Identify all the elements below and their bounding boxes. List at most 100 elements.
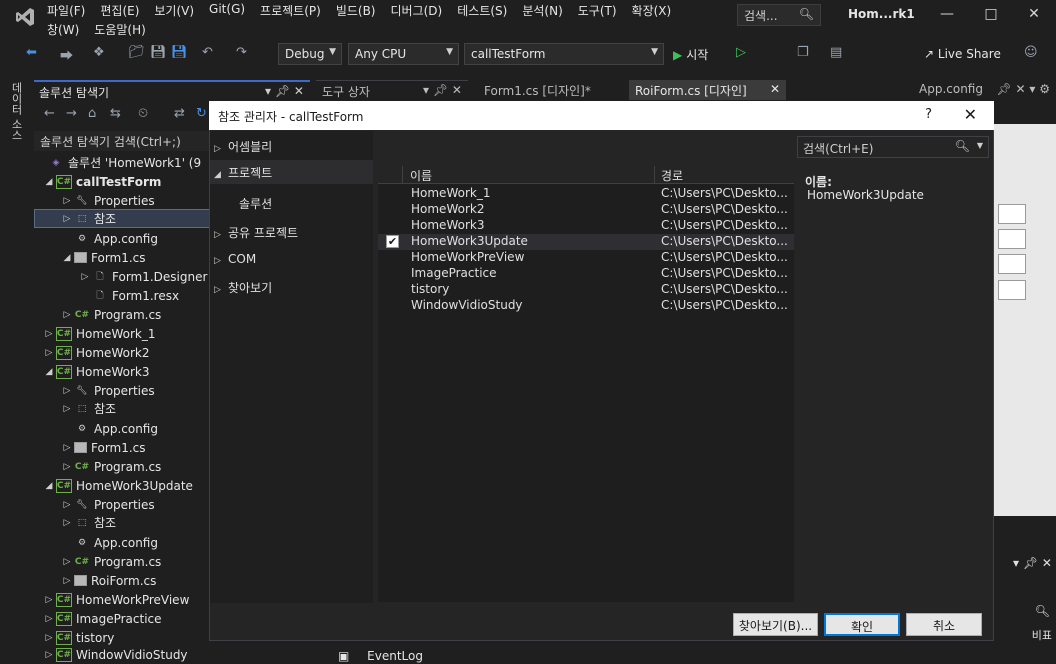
- menu-tools[interactable]: 도구(T): [578, 2, 617, 20]
- sync-icon[interactable]: ⇄: [174, 106, 185, 121]
- refresh-icon[interactable]: ↻: [196, 106, 207, 121]
- collapsed-arrow-icon[interactable]: ▷: [60, 462, 74, 472]
- tree-item-form1[interactable]: ◢ Form1.cs: [60, 248, 146, 267]
- tree-item-properties[interactable]: ▷ 🔧︎ Properties: [60, 381, 155, 400]
- switch-view-icon[interactable]: ⇆: [110, 106, 121, 121]
- collapsed-arrow-icon[interactable]: ▷: [42, 650, 56, 660]
- nav-solution[interactable]: 솔루션: [239, 195, 272, 215]
- collapsed-arrow-icon[interactable]: ▷: [60, 576, 74, 586]
- tree-item-program[interactable]: ▷ C# Program.cs: [60, 457, 162, 476]
- close-icon[interactable]: ✕: [770, 82, 780, 96]
- tree-item-references[interactable]: ▷ ⬚ 참조: [60, 209, 117, 228]
- designer-textbox[interactable]: [998, 280, 1026, 300]
- tab-app-config[interactable]: App.config 📌︎ ✕ ▾ ⚙: [913, 80, 1056, 100]
- grid-row[interactable]: HomeWork2 C:\Users\PC\Deskto...: [378, 202, 794, 218]
- tree-item-references[interactable]: ▷ ⬚ 참조: [60, 399, 117, 418]
- collapsed-arrow-icon[interactable]: ▷: [60, 557, 74, 567]
- configuration-dropdown[interactable]: Debug ▼: [278, 43, 342, 65]
- tree-item-form1-resx[interactable]: 🗋︎ Form1.resx: [92, 286, 179, 305]
- grid-row[interactable]: HomeWork_1 C:\Users\PC\Deskto...: [378, 186, 794, 202]
- collapsed-arrow-icon[interactable]: ▷: [60, 310, 74, 320]
- expanded-arrow-icon[interactable]: ◢: [42, 367, 56, 377]
- tree-item-imagepractice[interactable]: ▷ C# ImagePractice: [42, 609, 162, 628]
- nav-shared-projects[interactable]: ▷ 공유 프로젝트: [214, 224, 298, 244]
- save-icon[interactable]: 💾︎: [150, 45, 167, 60]
- solution-explorer-search[interactable]: 솔루션 탐색기 검색(Ctrl+;): [34, 131, 210, 151]
- close-window-icon[interactable]: ✕: [1024, 6, 1044, 26]
- live-share-button[interactable]: ↗ Live Share: [924, 47, 1001, 61]
- undo-icon[interactable]: ↶: [202, 45, 213, 60]
- menu-help[interactable]: 도움말(H): [94, 21, 146, 39]
- expanded-arrow-icon[interactable]: ◢: [42, 177, 56, 187]
- redo-icon[interactable]: ↷: [236, 45, 247, 60]
- feedback-icon[interactable]: ☺: [1024, 45, 1038, 60]
- menu-file[interactable]: 파일(F): [47, 2, 85, 20]
- column-header-name[interactable]: 이름: [410, 167, 432, 184]
- home-icon[interactable]: ⌂: [88, 106, 96, 121]
- collapsed-arrow-icon[interactable]: ▷: [60, 386, 74, 396]
- search-icon[interactable]: 🔍︎: [955, 139, 970, 153]
- tree-item-homework1[interactable]: ▷ C# HomeWork_1: [42, 324, 155, 343]
- back-icon[interactable]: ⬅: [26, 45, 37, 60]
- forward-icon[interactable]: →: [66, 106, 77, 121]
- tree-item-form1[interactable]: ▷ Form1.cs: [60, 438, 146, 457]
- menu-edit[interactable]: 편집(E): [100, 2, 139, 20]
- collapsed-arrow-icon[interactable]: ▷: [60, 196, 74, 206]
- minimize-icon[interactable]: —: [937, 6, 957, 26]
- tree-item-appconfig[interactable]: ⚙ App.config: [74, 533, 158, 552]
- collapsed-arrow-icon[interactable]: ▷: [60, 500, 74, 510]
- nav-browse[interactable]: ▷ 찾아보기: [214, 279, 272, 299]
- global-search-box[interactable]: 검색... 🔍︎: [737, 4, 821, 26]
- menu-view[interactable]: 보기(V): [154, 2, 194, 20]
- tree-item-homework3update[interactable]: ◢ C# HomeWork3Update: [42, 476, 193, 495]
- grid-row[interactable]: HomeWork3 C:\Users\PC\Deskto...: [378, 218, 794, 234]
- search-icon[interactable]: 🔍︎: [1035, 604, 1050, 618]
- grid-row[interactable]: ImagePractice C:\Users\PC\Deskto...: [378, 266, 794, 282]
- grid-row[interactable]: HomeWorkPreView C:\Users\PC\Deskto...: [378, 250, 794, 266]
- expanded-arrow-icon[interactable]: ◢: [42, 481, 56, 491]
- start-debug-button[interactable]: ▶ 시작: [673, 46, 708, 63]
- tree-item-homeworkpreview[interactable]: ▷ C# HomeWorkPreView: [42, 590, 189, 609]
- collapsed-arrow-icon[interactable]: ▷: [42, 614, 56, 624]
- nav-projects[interactable]: ◢ 프로젝트: [214, 164, 272, 184]
- tree-item-appconfig[interactable]: ⚙ App.config: [74, 419, 158, 438]
- collapsed-arrow-icon[interactable]: ▷: [42, 595, 56, 605]
- tree-item-form1-designer[interactable]: ▷ 🗋︎ Form1.Designer: [78, 267, 208, 286]
- tab-toolbox[interactable]: 도구 상자 ▾ 📌︎ ✕: [316, 80, 468, 100]
- collapsed-arrow-icon[interactable]: ▷: [42, 633, 56, 643]
- save-all-icon[interactable]: 💾︎: [171, 45, 188, 60]
- visual-studio-logo-icon[interactable]: [14, 6, 36, 28]
- help-icon[interactable]: ?: [925, 107, 932, 122]
- pin-close-icons[interactable]: ▾ 📌︎ ✕: [423, 83, 462, 97]
- collapsed-arrow-icon[interactable]: ▷: [42, 329, 56, 339]
- pin-close-icons[interactable]: 📌︎ ✕ ▾ ⚙: [996, 82, 1050, 96]
- maximize-icon[interactable]: □: [981, 6, 1001, 26]
- grid-row[interactable]: WindowVidioStudy C:\Users\PC\Deskto...: [378, 298, 794, 314]
- forward-icon[interactable]: ⮕: [60, 45, 73, 64]
- platform-dropdown[interactable]: Any CPU ▼: [348, 43, 459, 65]
- tab-form1-designer[interactable]: Form1.cs [디자인]*: [478, 80, 626, 100]
- checkbox-checked[interactable]: ✔: [386, 235, 399, 248]
- menu-test[interactable]: 테스트(S): [457, 2, 507, 20]
- new-project-icon[interactable]: ❖: [93, 45, 105, 60]
- cancel-button[interactable]: 취소: [906, 613, 982, 636]
- ok-button[interactable]: 확인: [824, 613, 900, 636]
- tree-item-roiform[interactable]: ▷ RoiForm.cs: [60, 571, 157, 590]
- collapsed-arrow-icon[interactable]: ▷: [60, 443, 74, 453]
- close-icon[interactable]: ✕: [964, 105, 977, 124]
- tree-item-appconfig[interactable]: ⚙ App.config: [74, 229, 158, 248]
- data-sources-tab[interactable]: 데이터 소스: [10, 82, 24, 141]
- designer-textbox[interactable]: [998, 204, 1026, 224]
- back-icon[interactable]: ←: [44, 106, 55, 121]
- grid-row[interactable]: tistory C:\Users\PC\Deskto...: [378, 282, 794, 298]
- designer-textbox[interactable]: [998, 229, 1026, 249]
- collapsed-arrow-icon[interactable]: ▷: [42, 348, 56, 358]
- tree-item-references[interactable]: ▷ ⬚ 참조: [60, 513, 117, 532]
- browser-link-icon[interactable]: ❐: [797, 45, 809, 60]
- pin-close-icons[interactable]: ▾ 📌︎ ✕: [265, 84, 304, 98]
- menu-analyze[interactable]: 분석(N): [522, 2, 562, 20]
- chevron-down-icon[interactable]: ▼: [977, 141, 983, 150]
- menu-debug[interactable]: 디버그(D): [391, 2, 443, 20]
- startup-project-dropdown[interactable]: callTestForm ▼: [464, 43, 664, 65]
- designer-textbox[interactable]: [998, 254, 1026, 274]
